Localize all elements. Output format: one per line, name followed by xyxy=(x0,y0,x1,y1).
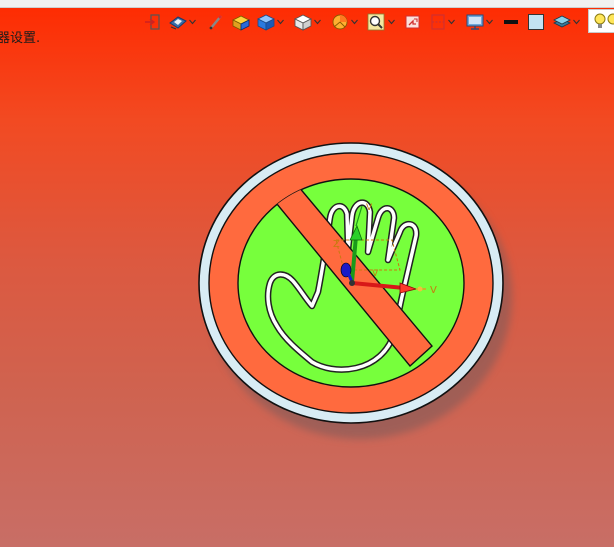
chevron-down-icon xyxy=(314,19,321,25)
light-bulb-icon xyxy=(594,13,614,28)
3d-viewport[interactable]: 器设置. Z V V V xyxy=(0,0,614,547)
view-cube-button[interactable] xyxy=(256,10,284,34)
render-style-icon xyxy=(332,14,348,30)
sketch-pen-button[interactable] xyxy=(208,10,224,34)
exit-icon xyxy=(145,14,160,30)
material-box-button[interactable] xyxy=(231,10,251,34)
section-view-icon xyxy=(431,14,445,30)
shading-mode-icon xyxy=(169,16,187,30)
fit-window-button[interactable] xyxy=(404,10,422,34)
chevron-down-icon xyxy=(351,19,358,25)
view-cube-icon xyxy=(257,14,275,31)
exit-button[interactable] xyxy=(144,10,162,34)
display-settings-button[interactable] xyxy=(465,10,493,34)
view-toolbar xyxy=(144,10,614,34)
fit-window-icon xyxy=(405,15,420,29)
layer-icon xyxy=(553,15,571,28)
face-color-icon xyxy=(528,14,544,30)
triad-label-v-top: V xyxy=(366,203,373,213)
shading-mode-button[interactable] xyxy=(168,10,196,34)
line-color-icon xyxy=(504,20,518,24)
model-scene[interactable]: Z V V V xyxy=(0,0,614,547)
triad-label-v-mid: V xyxy=(372,269,379,279)
section-view-button[interactable] xyxy=(429,10,455,34)
chevron-down-icon xyxy=(486,19,493,25)
face-color-button[interactable] xyxy=(527,10,545,34)
chevron-down-icon xyxy=(573,19,580,25)
standard-view-button[interactable] xyxy=(293,10,321,34)
display-settings-icon xyxy=(466,14,484,30)
chevron-down-icon xyxy=(189,19,196,25)
chevron-down-icon xyxy=(448,19,455,25)
chevron-down-icon xyxy=(277,19,284,25)
sketch-pen-icon xyxy=(209,15,222,30)
standard-view-icon xyxy=(293,14,313,31)
layer-button[interactable] xyxy=(552,10,580,34)
render-style-button[interactable] xyxy=(330,10,358,34)
lighting-button[interactable] xyxy=(588,9,614,33)
zoom-icon xyxy=(367,13,385,31)
material-box-icon xyxy=(232,15,250,31)
triad-label-v: V xyxy=(430,285,437,296)
line-color-button[interactable] xyxy=(502,10,520,34)
zoom-button[interactable] xyxy=(367,10,395,34)
chevron-down-icon xyxy=(388,19,395,25)
triad-label-z: Z xyxy=(333,239,340,250)
